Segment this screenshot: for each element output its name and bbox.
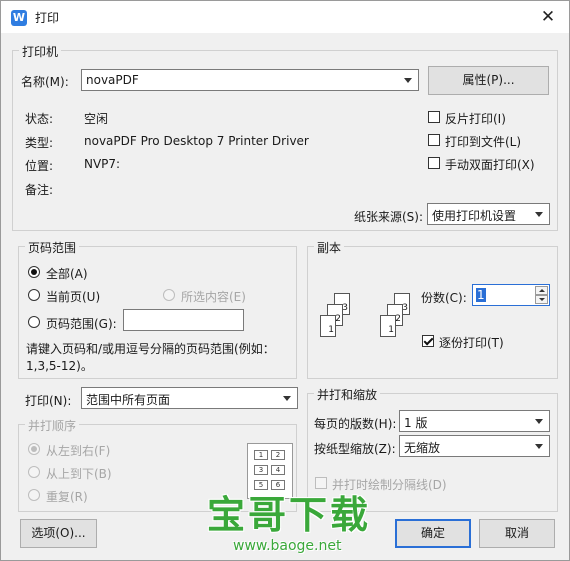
type-label: 类型: [25, 136, 54, 150]
cancel-button[interactable]: 取消 [479, 519, 555, 548]
watermark-url: www.baoge.net [233, 538, 342, 554]
page-range-input[interactable] [123, 309, 244, 331]
pages-per-sheet-value: 1 版 [404, 416, 428, 430]
spin-up-button[interactable] [535, 286, 548, 295]
copy-page-number: 2 [335, 314, 341, 324]
paper-source-label: 纸张来源(S): [354, 210, 424, 224]
draw-borders-label: 并打时绘制分隔线(D) [332, 478, 447, 492]
zoom-legend: 并打和缩放 [314, 386, 381, 403]
collate-order-legend: 并打顺序 [25, 417, 80, 434]
scale-to-paper-label: 按纸型缩放(Z): [314, 442, 396, 456]
print-what-select[interactable]: 范围中所有页面 [81, 387, 298, 409]
copy-page-icon: 1 [380, 315, 396, 337]
close-icon[interactable]: ✕ [533, 4, 563, 30]
copy-page-number: 1 [388, 325, 394, 335]
paper-source-value: 使用打印机设置 [432, 209, 517, 223]
copy-page-number: 3 [342, 303, 348, 313]
printer-name-label: 名称(M): [21, 75, 69, 89]
status-value: 空闲 [84, 112, 109, 126]
draw-borders-checkbox [315, 477, 327, 489]
chevron-down-icon [539, 298, 545, 301]
printer-group-legend: 打印机 [19, 43, 62, 60]
watermark-logo-text: 宝哥下载 [207, 493, 372, 537]
copy-page-number: 1 [328, 325, 334, 335]
options-button[interactable]: 选项(O)... [20, 519, 97, 548]
collate-label[interactable]: 逐份打印(T) [439, 334, 504, 351]
reverse-print-checkbox[interactable] [428, 111, 440, 123]
order-repeat-label: 重复(R) [46, 490, 88, 504]
order-left-to-right-label: 从左到右(F) [46, 444, 111, 458]
printer-name-select[interactable]: novaPDF [81, 69, 419, 91]
copies-count-value: 1 [476, 288, 486, 302]
chevron-down-icon [404, 78, 412, 83]
layout-cell: 4 [271, 465, 285, 475]
page-range-all-radio[interactable] [28, 266, 40, 278]
order-repeat-radio [28, 489, 40, 501]
location-value: NVP7: [84, 157, 121, 171]
ok-button[interactable]: 确定 [395, 519, 471, 548]
pages-per-sheet-select[interactable]: 1 版 [399, 410, 550, 432]
manual-duplex-checkbox[interactable] [428, 157, 440, 169]
printer-name-value: novaPDF [86, 73, 139, 87]
order-top-to-bottom-label: 从上到下(B) [46, 467, 112, 481]
layout-cell: 1 [254, 450, 268, 460]
scale-to-paper-value: 无缩放 [404, 441, 441, 455]
wps-app-icon: W [11, 10, 27, 26]
dialog-title: 打印 [35, 11, 60, 25]
copies-count-label: 份数(C): [421, 291, 467, 305]
spin-down-button[interactable] [535, 295, 548, 304]
chevron-down-icon [535, 212, 543, 217]
layout-cell: 6 [271, 480, 285, 490]
page-range-hint-line1: 请键入页码和/或用逗号分隔的页码范围(例如： [26, 342, 275, 356]
pages-per-sheet-label: 每页的版数(H): [314, 417, 397, 431]
chevron-down-icon [535, 419, 543, 424]
copy-page-icon: 1 [320, 315, 336, 337]
copy-page-number: 3 [402, 303, 408, 313]
page-range-legend: 页码范围 [25, 239, 80, 256]
chevron-up-icon [539, 289, 545, 292]
order-left-to-right-radio [28, 443, 40, 455]
layout-preview-icon: 1 2 3 4 5 6 [247, 443, 293, 499]
scale-to-paper-select[interactable]: 无缩放 [399, 435, 550, 457]
copy-page-number: 2 [395, 314, 401, 324]
comment-label: 备注: [25, 183, 54, 197]
page-range-hint-line2: 1,3,5-12)。 [26, 359, 93, 373]
copies-count-input[interactable]: 1 [472, 284, 550, 306]
chevron-down-icon [535, 444, 543, 449]
type-value: novaPDF Pro Desktop 7 Printer Driver [84, 134, 309, 148]
page-range-current-radio[interactable] [28, 289, 40, 301]
copies-legend: 副本 [314, 239, 345, 256]
print-dialog: W 打印 ✕ 打印机 名称(M): novaPDF 属性(P)... 状态: 空… [0, 0, 570, 561]
layout-cell: 2 [271, 450, 285, 460]
reverse-print-label[interactable]: 反片打印(I) [445, 110, 506, 127]
paper-source-select[interactable]: 使用打印机设置 [427, 203, 550, 225]
location-label: 位置: [25, 159, 54, 173]
page-range-current-label[interactable]: 当前页(U) [46, 288, 100, 305]
page-range-pages-radio[interactable] [28, 316, 40, 328]
title-bar: W 打印 ✕ [1, 1, 569, 33]
collate-checkbox[interactable] [422, 335, 434, 347]
order-top-to-bottom-radio [28, 466, 40, 478]
print-what-label: 打印(N): [25, 394, 72, 408]
properties-button[interactable]: 属性(P)... [428, 66, 549, 95]
chevron-down-icon [283, 396, 291, 401]
print-to-file-checkbox[interactable] [428, 134, 440, 146]
layout-cell: 5 [254, 480, 268, 490]
manual-duplex-label[interactable]: 手动双面打印(X) [445, 156, 535, 173]
page-range-pages-label[interactable]: 页码范围(G): [46, 315, 117, 332]
page-range-all-label[interactable]: 全部(A) [46, 265, 88, 282]
layout-cell: 3 [254, 465, 268, 475]
print-to-file-label[interactable]: 打印到文件(L) [445, 133, 521, 150]
status-label: 状态: [25, 112, 54, 126]
print-what-value: 范围中所有页面 [86, 393, 171, 407]
page-range-selection-radio [163, 289, 175, 301]
page-range-selection-label: 所选内容(E) [181, 290, 246, 304]
